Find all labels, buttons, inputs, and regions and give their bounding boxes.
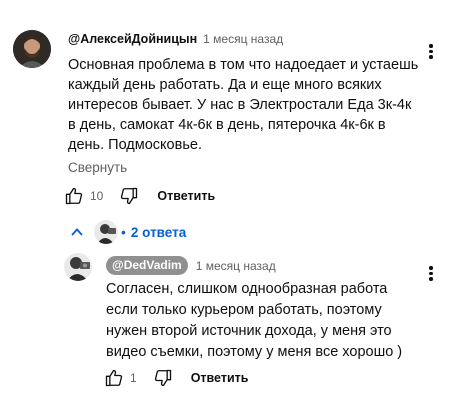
- reply-author-badge[interactable]: @DedVadim: [106, 256, 188, 275]
- reply-line: видео съемки, поэтому у меня все хорошо …: [106, 344, 403, 360]
- reply-button[interactable]: Ответить: [191, 371, 249, 385]
- more-vert-icon[interactable]: [423, 264, 439, 284]
- reply-line: если только курьером работать, поэтому: [106, 302, 382, 318]
- reply-comment: @DedVadim 1 месяц назад Согласен, слишко…: [0, 0, 459, 409]
- reply-time[interactable]: 1 месяц назад: [196, 259, 276, 273]
- reply-text: Согласен, слишком однообразная работа ес…: [106, 279, 402, 363]
- reply-line: нужен второй источник дохода, у меня это: [106, 323, 392, 339]
- reply-line: Согласен, слишком однообразная работа: [106, 281, 388, 297]
- avatar[interactable]: [64, 253, 92, 281]
- reply-actions: 1 Ответить: [102, 366, 248, 390]
- like-icon[interactable]: [102, 366, 126, 390]
- like-count: 1: [130, 371, 137, 385]
- dislike-icon[interactable]: [151, 366, 175, 390]
